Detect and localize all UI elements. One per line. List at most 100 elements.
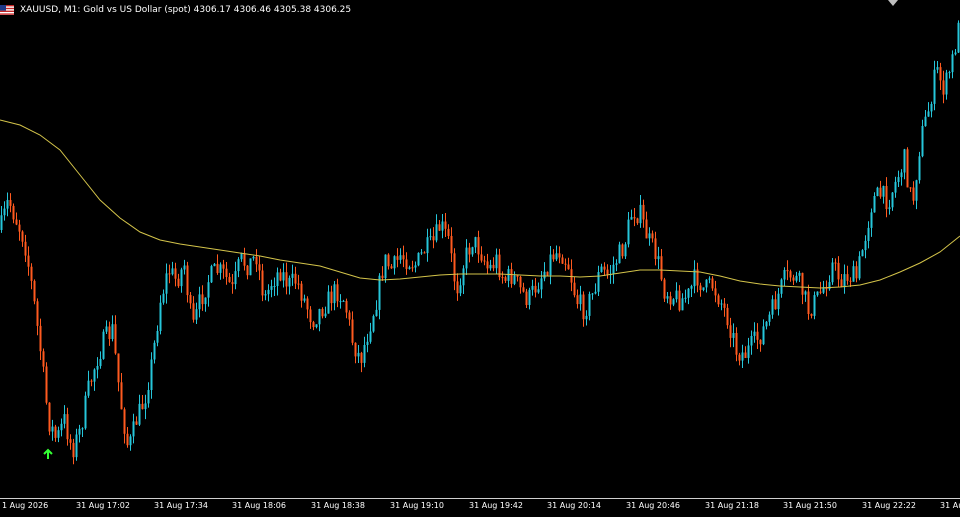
candle-body: [450, 236, 453, 254]
candle-body: [12, 205, 15, 220]
candle-body: [270, 286, 273, 290]
candle-body: [108, 326, 111, 339]
time-tick-label: 1 Aug 2026: [2, 501, 49, 510]
candle-body: [708, 278, 711, 280]
candle-body: [660, 256, 663, 280]
candle-body: [366, 341, 369, 345]
candle-body: [735, 333, 738, 355]
candle-body: [624, 244, 627, 257]
candle-body: [213, 263, 216, 267]
candle-body: [744, 352, 747, 358]
candle-body: [690, 286, 693, 289]
candle-body: [813, 295, 816, 316]
candle-body: [324, 313, 327, 317]
candle-body: [798, 272, 801, 276]
candle-body: [795, 275, 798, 281]
candle-body: [90, 380, 93, 382]
candle-body: [354, 342, 357, 357]
candle-body: [621, 244, 624, 257]
candle-body: [330, 291, 333, 304]
time-tick-label: 31 Aug 18:06: [232, 501, 286, 510]
candle-body: [858, 256, 861, 279]
candle-body: [255, 256, 258, 265]
candle-body: [762, 326, 765, 345]
candle-body: [777, 293, 780, 310]
candle-body: [606, 269, 609, 275]
candle-body: [534, 285, 537, 293]
candlestick-chart[interactable]: [0, 0, 960, 516]
time-tick-label: 31 Aug 18:38: [311, 501, 365, 510]
candle-body: [219, 264, 222, 273]
candle-body: [519, 276, 522, 288]
candle-body: [921, 126, 924, 157]
candle-body: [384, 254, 387, 279]
candle-body: [582, 294, 585, 320]
candle-body: [258, 264, 261, 271]
candle-body: [36, 301, 39, 326]
candle-body: [729, 325, 732, 338]
candle-body: [51, 426, 54, 432]
candle-body: [717, 295, 720, 305]
candle-body: [648, 233, 651, 239]
candle-body: [879, 187, 882, 197]
candle-body: [180, 269, 183, 287]
candle-body: [312, 322, 315, 328]
candle-body: [165, 273, 168, 294]
candle-body: [42, 351, 45, 367]
candle-body: [453, 253, 456, 282]
candle-body: [552, 254, 555, 260]
candle-body: [951, 54, 954, 73]
candle-body: [99, 359, 102, 366]
candle-body: [363, 345, 366, 363]
candle-body: [633, 217, 636, 219]
candle-body: [774, 299, 777, 310]
candle-body: [546, 271, 549, 276]
candle-body: [288, 277, 291, 287]
candle-body: [585, 315, 588, 320]
candle-body: [177, 278, 180, 287]
candle-body: [126, 433, 129, 446]
candle-body: [888, 207, 891, 210]
candle-body: [942, 80, 945, 95]
candle-body: [753, 331, 756, 336]
candle-body: [642, 204, 645, 220]
candle-body: [150, 359, 153, 390]
candle-body: [369, 331, 372, 342]
candle-body: [540, 278, 543, 290]
candle-body: [306, 298, 309, 310]
buy-arrow-icon: [43, 448, 53, 459]
candle-body: [900, 172, 903, 178]
candle-body: [639, 204, 642, 224]
candle-body: [6, 200, 9, 209]
candle-body: [702, 287, 705, 290]
candle-body: [882, 186, 885, 197]
candle-body: [495, 254, 498, 269]
candle-body: [603, 266, 606, 270]
time-tick-label: 31 Aug 21:18: [705, 501, 759, 510]
candle-body: [333, 284, 336, 304]
candle-body: [528, 289, 531, 305]
candle-body: [513, 275, 516, 284]
candle-body: [786, 270, 789, 272]
candle-body: [444, 221, 447, 229]
candle-body: [210, 266, 213, 283]
candle-body: [372, 316, 375, 332]
candle-body: [855, 266, 858, 279]
time-tick-label: 31 Aug 19:42: [469, 501, 523, 510]
candle-body: [144, 403, 147, 410]
candle-body: [279, 272, 282, 281]
candle-body: [135, 421, 138, 425]
candle-body: [54, 426, 57, 438]
candle-body: [201, 294, 204, 305]
candle-body: [159, 302, 162, 331]
candle-body: [711, 278, 714, 289]
candle-body: [21, 231, 24, 242]
candle-body: [96, 366, 99, 370]
candle-body: [3, 208, 6, 216]
candle-body: [924, 116, 927, 127]
candle-body: [225, 268, 228, 277]
candle-body: [426, 237, 429, 254]
candle-body: [327, 291, 330, 314]
candle-body: [675, 290, 678, 300]
candle-body: [918, 156, 921, 181]
